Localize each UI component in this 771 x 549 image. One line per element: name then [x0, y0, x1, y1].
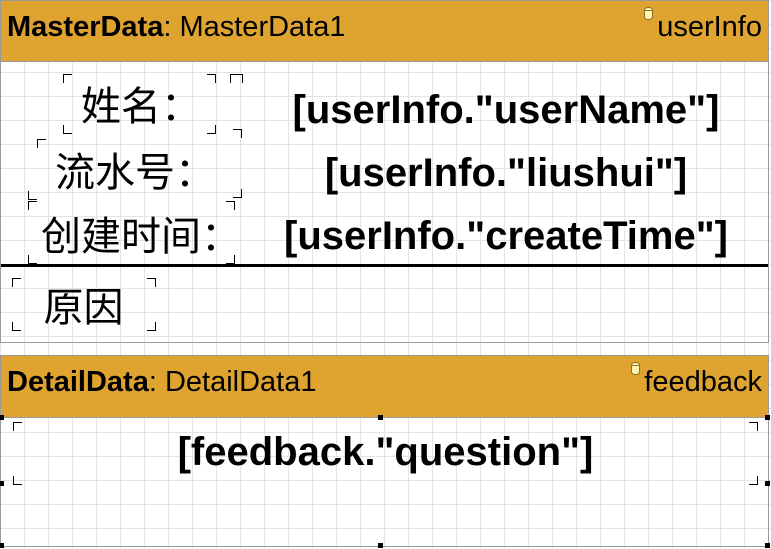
selection-corner	[233, 129, 242, 138]
detail-band-type-label: DetailData	[7, 366, 149, 398]
label-user-name[interactable]: 姓名：	[63, 74, 219, 132]
selection-corner	[12, 278, 21, 287]
master-band-name: MasterData1	[179, 11, 346, 43]
master-band-type-label: MasterData	[7, 11, 164, 43]
selection-corner	[147, 278, 156, 287]
selection-corner	[226, 255, 235, 264]
master-data-band[interactable]: MasterData: MasterData1 userInfo 姓名： 流水号…	[0, 0, 769, 343]
label-reason-text: 原因	[43, 285, 124, 331]
selection-corner	[147, 322, 156, 331]
selection-corner	[207, 74, 216, 83]
selection-corner	[234, 74, 243, 83]
selection-corner	[63, 125, 72, 134]
detail-data-band[interactable]: DetailData: DetailData1 feedback [feedba…	[0, 355, 770, 548]
field-question-text: [feedback."question"]	[177, 429, 594, 474]
field-serial-number-text: [userInfo."liushui"]	[324, 150, 688, 195]
selection-corner	[13, 476, 22, 485]
selection-corner	[207, 125, 216, 134]
label-serial-number[interactable]: 流水号：	[37, 139, 233, 199]
database-icon	[644, 7, 654, 20]
detail-band-separator: :	[148, 366, 157, 398]
selection-corner	[13, 422, 22, 431]
selection-corner	[233, 189, 242, 198]
selection-corner	[63, 74, 72, 83]
label-create-time[interactable]: 创建时间：	[28, 203, 254, 263]
resize-handle[interactable]	[378, 415, 383, 420]
field-question[interactable]: [feedback."question"]	[5, 419, 766, 485]
master-band-separator: :	[163, 11, 172, 43]
resize-handle[interactable]	[765, 415, 770, 420]
resize-handle[interactable]	[0, 481, 4, 486]
field-user-name-text: [userInfo."userName"]	[292, 87, 720, 132]
field-create-time[interactable]: [userInfo."createTime"]	[251, 207, 761, 265]
detail-band-title: DetailData: DetailData1	[7, 366, 316, 399]
master-data-band-header[interactable]: MasterData: MasterData1 userInfo	[1, 1, 768, 62]
resize-handle[interactable]	[765, 481, 770, 486]
resize-handle[interactable]	[765, 543, 770, 548]
selection-corner	[749, 422, 758, 431]
detail-data-band-header[interactable]: DetailData: DetailData1 feedback	[1, 356, 768, 418]
label-serial-number-text: 流水号：	[55, 150, 215, 196]
detail-band-datasource[interactable]: feedback	[631, 360, 762, 399]
field-serial-number[interactable]: [userInfo."liushui"]	[256, 144, 756, 202]
separator-line[interactable]	[1, 264, 768, 267]
field-user-name[interactable]: [userInfo."userName"]	[256, 81, 756, 139]
resize-handle[interactable]	[378, 543, 383, 548]
master-band-title: MasterData: MasterData1	[7, 11, 345, 44]
selection-corner	[28, 255, 37, 264]
detail-band-name: DetailData1	[164, 366, 317, 398]
selection-corner	[28, 191, 37, 200]
master-band-datasource[interactable]: userInfo	[644, 5, 762, 44]
selection-corner	[37, 139, 46, 148]
detail-datasource-name: feedback	[644, 366, 762, 398]
resize-handle[interactable]	[0, 415, 4, 420]
label-reason[interactable]: 原因	[12, 277, 155, 331]
resize-handle[interactable]	[0, 543, 4, 548]
master-datasource-name: userInfo	[657, 11, 762, 43]
selection-corner	[28, 201, 37, 210]
label-create-time-text: 创建时间：	[41, 214, 241, 260]
selection-corner	[12, 322, 21, 331]
label-user-name-text: 姓名：	[81, 84, 201, 130]
field-create-time-text: [userInfo."createTime"]	[284, 213, 728, 258]
database-icon	[631, 362, 641, 375]
selection-corner	[749, 476, 758, 485]
selection-corner	[226, 201, 235, 210]
